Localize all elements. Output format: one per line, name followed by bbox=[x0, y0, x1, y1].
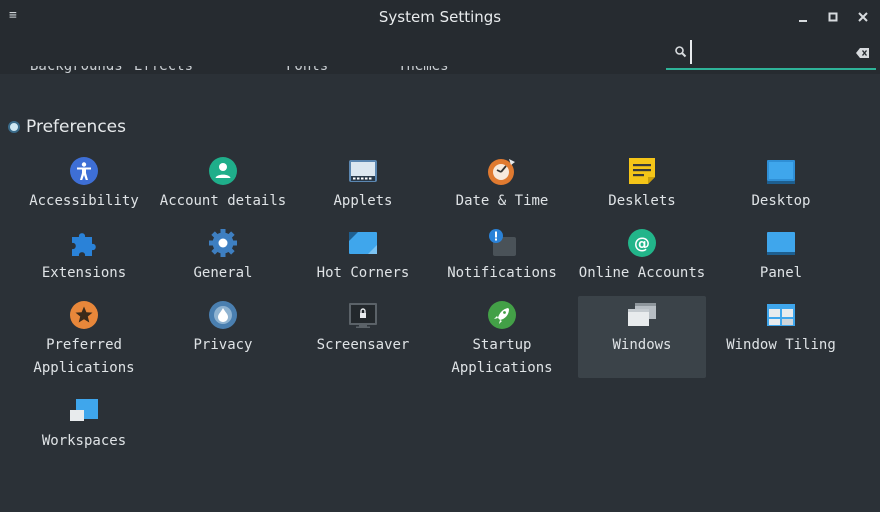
cutoff-item-effects[interactable]: Effects bbox=[134, 66, 193, 80]
cutoff-item-fonts[interactable]: Fonts bbox=[286, 66, 328, 80]
settings-item-extensions[interactable]: Extensions bbox=[20, 218, 148, 300]
desktop-icon bbox=[767, 160, 795, 184]
settings-item-startup-applications[interactable]: Startup Applications bbox=[438, 290, 566, 376]
clear-search-icon[interactable] bbox=[856, 46, 870, 60]
applets-icon bbox=[349, 160, 377, 182]
settings-item-window-tiling[interactable]: Window Tiling bbox=[717, 290, 845, 372]
window-tiling-icon bbox=[767, 304, 795, 326]
settings-item-panel[interactable]: Panel bbox=[717, 218, 845, 300]
window-title: System Settings bbox=[378, 8, 502, 26]
privacy-icon bbox=[209, 301, 237, 329]
svg-text:@: @ bbox=[634, 234, 650, 253]
account-details-icon bbox=[209, 157, 237, 185]
section-bullet-icon bbox=[8, 121, 20, 133]
panel-icon bbox=[767, 232, 795, 255]
settings-item-preferred-applications[interactable]: Preferred Applications bbox=[20, 290, 148, 376]
date-time-icon bbox=[488, 159, 515, 185]
settings-item-desklets[interactable]: Desklets bbox=[578, 146, 706, 228]
cutoff-item-backgrounds[interactable]: Backgrounds bbox=[30, 66, 123, 80]
section-header: Preferences bbox=[8, 116, 126, 138]
startup-applications-icon bbox=[488, 301, 516, 329]
windows-icon bbox=[628, 303, 656, 326]
desklets-icon bbox=[629, 158, 655, 184]
settings-item-applets[interactable]: Applets bbox=[299, 146, 427, 228]
settings-item-windows[interactable]: Windows bbox=[578, 296, 706, 378]
hot-corners-icon bbox=[349, 232, 377, 254]
search-input[interactable] bbox=[690, 40, 856, 64]
settings-item-hot-corners[interactable]: Hot Corners bbox=[299, 218, 427, 300]
online-accounts-icon: @ bbox=[628, 229, 656, 257]
settings-item-general[interactable]: General bbox=[159, 218, 287, 300]
settings-item-online-accounts[interactable]: @ Online Accounts bbox=[578, 218, 706, 300]
settings-item-privacy[interactable]: Privacy bbox=[159, 290, 287, 372]
close-icon[interactable] bbox=[855, 9, 871, 25]
screensaver-icon bbox=[349, 303, 377, 328]
general-icon bbox=[209, 229, 237, 257]
title-bar: ≡ System Settings bbox=[0, 0, 880, 34]
cutoff-item-themes[interactable]: Themes bbox=[398, 66, 449, 80]
maximize-icon[interactable] bbox=[825, 9, 841, 25]
extensions-icon bbox=[72, 233, 96, 256]
search-icon bbox=[675, 46, 687, 58]
settings-item-accessibility[interactable]: Accessibility bbox=[20, 146, 148, 228]
settings-item-desktop[interactable]: Desktop bbox=[717, 146, 845, 228]
workspaces-icon bbox=[70, 399, 98, 421]
accessibility-icon bbox=[70, 157, 98, 185]
search-box[interactable] bbox=[666, 38, 876, 70]
settings-item-date-time[interactable]: Date & Time bbox=[438, 146, 566, 228]
notifications-icon bbox=[489, 229, 516, 256]
settings-item-notifications[interactable]: Notifications bbox=[438, 218, 566, 300]
settings-item-screensaver[interactable]: Screensaver bbox=[299, 290, 427, 372]
settings-item-workspaces[interactable]: Workspaces bbox=[20, 386, 148, 468]
minimize-icon[interactable] bbox=[795, 9, 811, 25]
preferred-applications-icon bbox=[70, 301, 98, 329]
section-title: Preferences bbox=[26, 117, 126, 137]
settings-item-account-details[interactable]: Account details bbox=[159, 146, 287, 228]
